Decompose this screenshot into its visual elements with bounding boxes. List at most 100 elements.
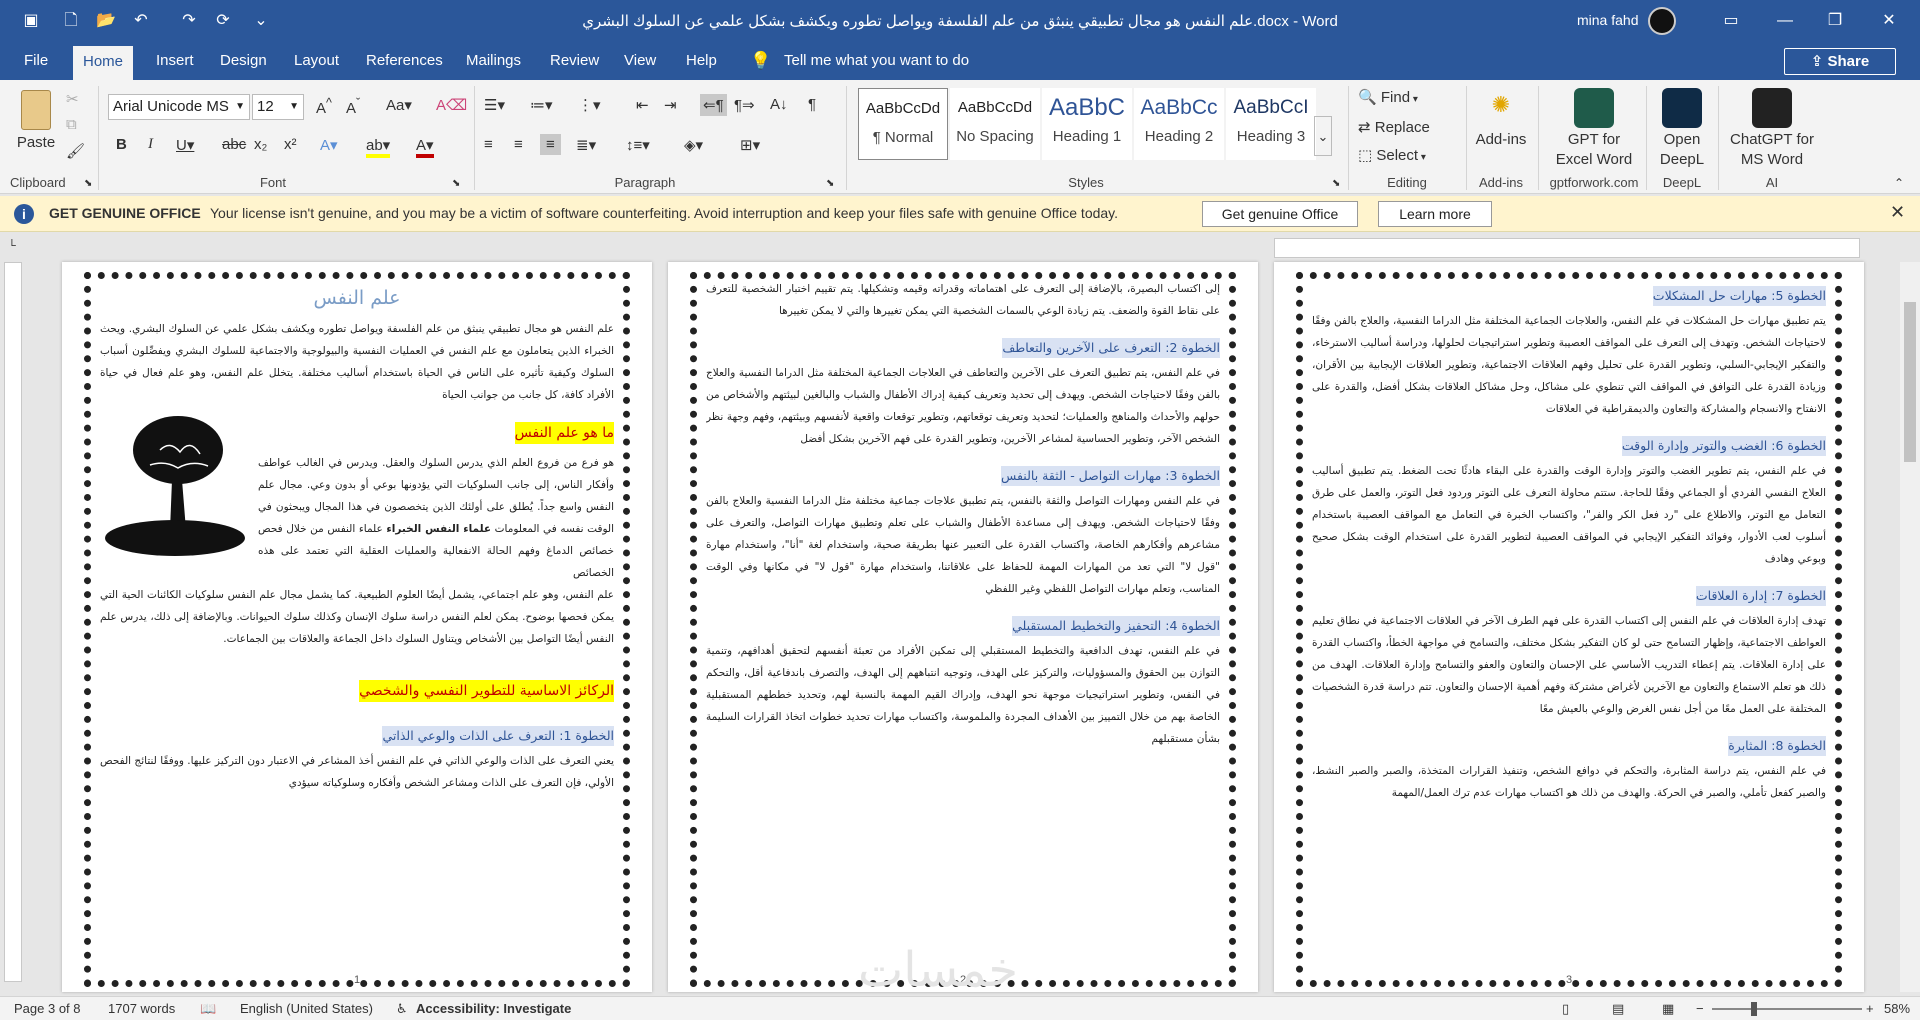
shrink-font-icon[interactable]: Aˇ	[346, 96, 360, 117]
save-form-icon[interactable]: ⟳	[212, 10, 234, 32]
language-indicator[interactable]: English (United States)	[240, 1001, 373, 1016]
underline-icon[interactable]: U▾	[176, 136, 194, 154]
user-name[interactable]: mina fahd	[1577, 12, 1638, 28]
clear-formatting-icon[interactable]: A⌫	[436, 96, 467, 114]
zoom-slider-thumb[interactable]	[1751, 1002, 1757, 1016]
text-effects-icon[interactable]: A▾	[320, 136, 338, 154]
minimize-icon[interactable]: —	[1762, 0, 1808, 42]
redo-icon[interactable]: ↷	[178, 10, 200, 32]
print-layout-icon[interactable]: ▤	[1612, 1001, 1624, 1017]
ltr-direction-icon[interactable]: ¶⇒	[734, 96, 755, 114]
collapse-ribbon-icon[interactable]: ⌃	[1894, 176, 1904, 190]
get-genuine-office-button[interactable]: Get genuine Office	[1202, 201, 1358, 227]
increase-indent-icon[interactable]: ⇥	[664, 96, 677, 114]
line-spacing-icon[interactable]: ↕≡▾	[626, 136, 650, 154]
zoom-in-icon[interactable]: +	[1866, 1001, 1874, 1016]
learn-more-button[interactable]: Learn more	[1378, 201, 1492, 227]
vertical-ruler[interactable]	[4, 262, 22, 982]
strikethrough-icon[interactable]: abc	[222, 136, 246, 153]
change-case-icon[interactable]: Aa▾	[386, 96, 412, 114]
clipboard-launcher-icon[interactable]: ⬊	[84, 178, 92, 189]
style-no-spacing[interactable]: AaBbCcDd No Spacing	[950, 88, 1040, 160]
sort-icon[interactable]: A↓	[770, 96, 788, 113]
brain-tree-image[interactable]	[100, 410, 250, 560]
style-heading-1[interactable]: AaBbC Heading 1	[1042, 88, 1132, 160]
numbering-icon[interactable]: ≔▾	[530, 96, 553, 114]
bold-icon[interactable]: B	[116, 136, 127, 153]
share-button[interactable]: ⇪ Share	[1784, 48, 1896, 75]
font-name-box[interactable]: Arial Unicode MS ▼	[108, 94, 250, 120]
zoom-level[interactable]: 58%	[1884, 1001, 1910, 1016]
copy-icon[interactable]: ⧉	[66, 116, 77, 133]
font-size-box[interactable]: 12 ▼	[252, 94, 304, 120]
justify-icon[interactable]: ≣▾	[576, 136, 596, 154]
tab-home[interactable]: Home	[73, 46, 134, 80]
bullets-icon[interactable]: ☰▾	[484, 96, 505, 114]
grow-font-icon[interactable]: A^	[316, 96, 332, 117]
shading-icon[interactable]: ◈▾	[684, 136, 703, 154]
cut-icon[interactable]: ✂	[66, 90, 79, 108]
autosave-icon[interactable]: ▣	[20, 10, 42, 32]
subscript-icon[interactable]: x₂	[254, 136, 267, 153]
tab-mailings[interactable]: Mailings	[456, 42, 531, 80]
proofing-icon[interactable]: 📖	[200, 1001, 216, 1017]
paste-button[interactable]: Paste	[12, 88, 60, 164]
word-count[interactable]: 1707 words	[108, 1001, 175, 1016]
web-layout-icon[interactable]: ▦	[1662, 1001, 1674, 1017]
find-button[interactable]: 🔍 Find ▾	[1358, 88, 1418, 106]
select-button[interactable]: ⬚ Select ▾	[1358, 146, 1426, 164]
read-mode-icon[interactable]: ▯	[1562, 1001, 1569, 1017]
new-document-icon[interactable]: 🗋	[60, 10, 82, 32]
horizontal-ruler[interactable]	[1274, 238, 1860, 258]
customize-toolbar-icon[interactable]: ⌄	[250, 10, 272, 32]
align-center-icon[interactable]: ≡	[514, 136, 523, 153]
highlight-color-icon[interactable]: ab▾	[366, 136, 391, 158]
close-icon[interactable]: ✕	[1866, 0, 1912, 42]
page-indicator[interactable]: Page 3 of 8	[14, 1001, 81, 1016]
align-left-icon[interactable]: ≡	[484, 136, 493, 153]
rtl-direction-icon[interactable]: ⇐¶	[700, 94, 727, 116]
italic-icon[interactable]: I	[148, 136, 153, 153]
tab-view[interactable]: View	[614, 42, 666, 80]
tab-insert[interactable]: Insert	[146, 42, 204, 80]
tab-selector-icon[interactable]: └	[8, 240, 16, 252]
style-heading-3[interactable]: AaBbCcI Heading 3	[1226, 88, 1316, 160]
restore-icon[interactable]: ❐	[1812, 0, 1858, 42]
document-page-1[interactable]: علم النفس علم النفس هو مجال تطبيقي ينبثق…	[62, 262, 652, 992]
styles-launcher-icon[interactable]: ⬊	[1332, 178, 1340, 189]
avatar[interactable]	[1648, 7, 1676, 35]
show-marks-icon[interactable]: ¶	[808, 96, 816, 113]
tab-file[interactable]: File	[14, 42, 58, 80]
format-painter-icon[interactable]: 🖌	[66, 142, 85, 160]
tab-design[interactable]: Design	[210, 42, 277, 80]
tab-references[interactable]: References	[356, 42, 453, 80]
borders-icon[interactable]: ⊞▾	[740, 136, 760, 154]
ribbon-display-icon[interactable]: ▭	[1708, 0, 1754, 42]
open-icon[interactable]: 📂	[95, 10, 117, 32]
font-launcher-icon[interactable]: ⬊	[452, 178, 460, 189]
zoom-slider[interactable]	[1712, 1008, 1862, 1010]
style-normal[interactable]: AaBbCcDd ¶ Normal	[858, 88, 948, 160]
document-page-3[interactable]: الخطوة 5: مهارات حل المشكلات يتم تطبيق م…	[1274, 262, 1864, 992]
accessibility-status[interactable]: Accessibility: Investigate	[416, 1001, 571, 1016]
align-right-icon[interactable]: ≡	[540, 134, 561, 155]
style-name: ¶ Normal	[872, 129, 934, 146]
tab-review[interactable]: Review	[540, 42, 609, 80]
decrease-indent-icon[interactable]: ⇤	[636, 96, 649, 114]
vertical-scrollbar[interactable]	[1900, 262, 1920, 992]
scrollbar-thumb[interactable]	[1904, 302, 1916, 462]
replace-button[interactable]: ⇄ Replace	[1358, 118, 1430, 136]
tell-me-search[interactable]: Tell me what you want to do	[784, 42, 969, 80]
multilevel-list-icon[interactable]: ⋮▾	[578, 96, 601, 114]
tab-help[interactable]: Help	[676, 42, 727, 80]
style-heading-2[interactable]: AaBbCc Heading 2	[1134, 88, 1224, 160]
zoom-out-icon[interactable]: −	[1696, 1001, 1704, 1016]
tab-layout[interactable]: Layout	[284, 42, 349, 80]
document-page-2[interactable]: إلى اكتساب البصيرة، بالإضافة إلى التعرف …	[668, 262, 1258, 992]
font-color-icon[interactable]: A▾	[416, 136, 434, 158]
paragraph-launcher-icon[interactable]: ⬊	[826, 178, 834, 189]
styles-more-icon[interactable]: ⌄	[1314, 116, 1332, 156]
undo-icon[interactable]: ↶	[130, 10, 152, 32]
close-icon[interactable]: ✕	[1890, 202, 1905, 223]
superscript-icon[interactable]: x²	[284, 136, 297, 153]
